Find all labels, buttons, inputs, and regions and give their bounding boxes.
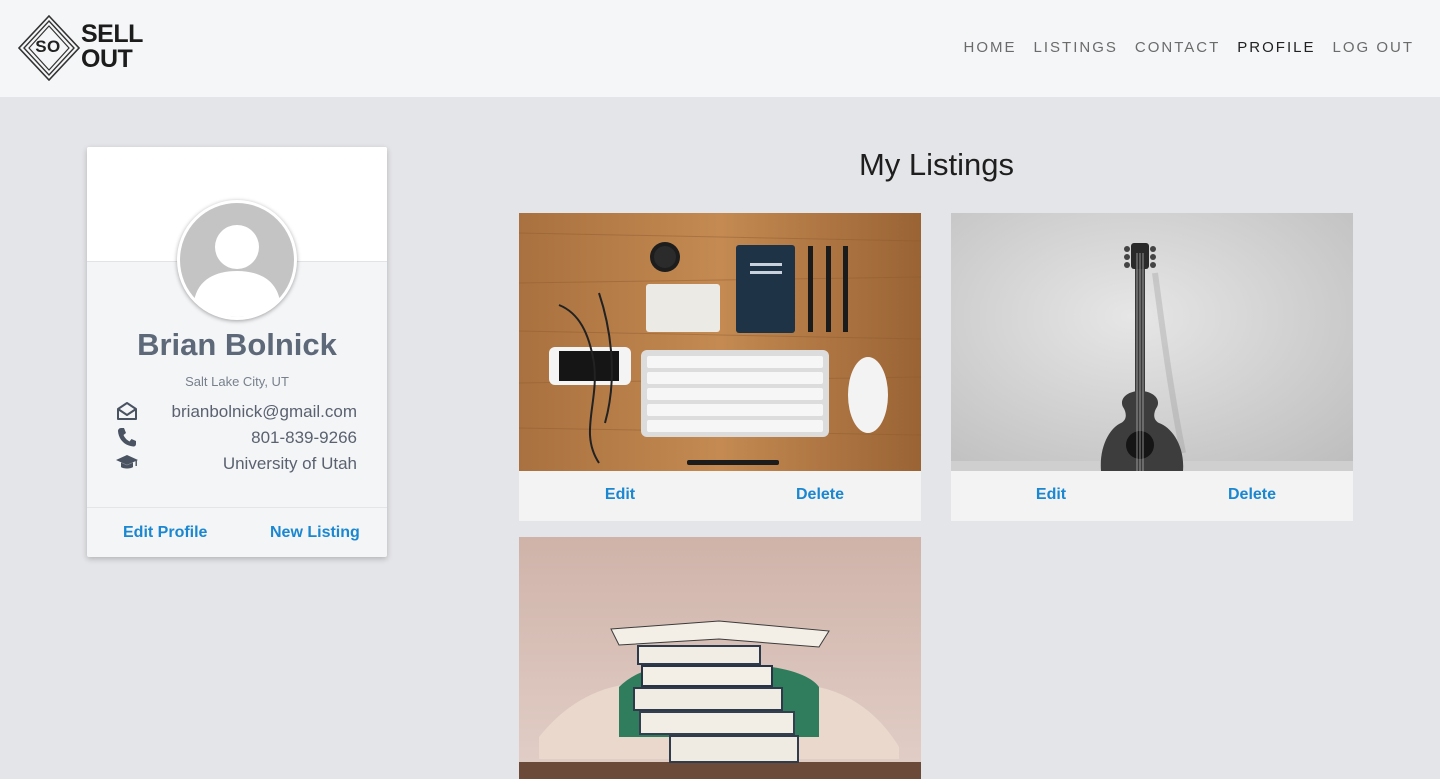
books-photo	[519, 537, 921, 779]
profile-school: University of Utah	[222, 454, 357, 473]
nav-contact[interactable]: CONTACT	[1135, 39, 1220, 56]
contact-phone-row: 801-839-9266	[115, 426, 357, 448]
logo-mark: SO	[35, 37, 61, 56]
listing-image[interactable]	[519, 213, 921, 471]
profile-card-actions: Edit Profile New Listing	[87, 507, 387, 557]
delete-listing-button[interactable]: Delete	[760, 486, 880, 504]
listing-actions: Edit Delete	[519, 471, 921, 521]
profile-email[interactable]: brianbolnick@gmail.com	[172, 402, 357, 422]
listing-image[interactable]	[519, 537, 921, 779]
sellout-logo[interactable]: SO SELL OUT	[18, 15, 148, 83]
profile-card: Brian Bolnick Salt Lake City, UT brianbo…	[87, 147, 387, 557]
contact-school-row: University of Utah	[115, 452, 357, 474]
listing-card: Edit Delete	[951, 213, 1353, 521]
new-listing-button[interactable]: New Listing	[270, 524, 360, 542]
listing-actions: Edit Delete	[951, 471, 1353, 521]
profile-phone[interactable]: 801-839-9266	[251, 428, 357, 448]
listing-card	[519, 537, 921, 779]
nav-home[interactable]: HOME	[964, 39, 1017, 56]
guitar-photo	[951, 213, 1353, 471]
contact-email-row: brianbolnick@gmail.com	[115, 400, 357, 422]
nav-listings[interactable]: LISTINGS	[1034, 39, 1118, 56]
desk-flatlay-photo	[519, 213, 921, 471]
main-nav: HOME LISTINGS CONTACT PROFILE LOG OUT	[964, 39, 1414, 56]
top-navbar: SO SELL OUT HOME LISTINGS CONTACT PROFIL…	[0, 0, 1440, 97]
listing-image[interactable]	[951, 213, 1353, 471]
default-avatar-icon	[180, 203, 294, 317]
profile-name: Brian Bolnick	[137, 327, 337, 362]
graduation-cap-icon	[116, 455, 138, 469]
nav-profile[interactable]: PROFILE	[1237, 39, 1315, 56]
avatar	[177, 200, 297, 320]
logo-line-2: OUT	[81, 45, 133, 73]
edit-profile-button[interactable]: Edit Profile	[123, 524, 207, 542]
envelope-icon	[117, 402, 137, 420]
page-title: My Listings	[858, 147, 1015, 182]
nav-logout[interactable]: LOG OUT	[1332, 39, 1414, 56]
edit-listing-button[interactable]: Edit	[560, 486, 680, 504]
edit-listing-button[interactable]: Edit	[991, 486, 1111, 504]
logo-wordmark: SELL OUT	[81, 22, 143, 72]
logo-line-1: SELL	[81, 20, 143, 48]
listing-card: Edit Delete	[519, 213, 921, 521]
delete-listing-button[interactable]: Delete	[1192, 486, 1312, 504]
profile-location: Salt Lake City, UT	[185, 374, 289, 389]
phone-icon	[118, 428, 136, 447]
